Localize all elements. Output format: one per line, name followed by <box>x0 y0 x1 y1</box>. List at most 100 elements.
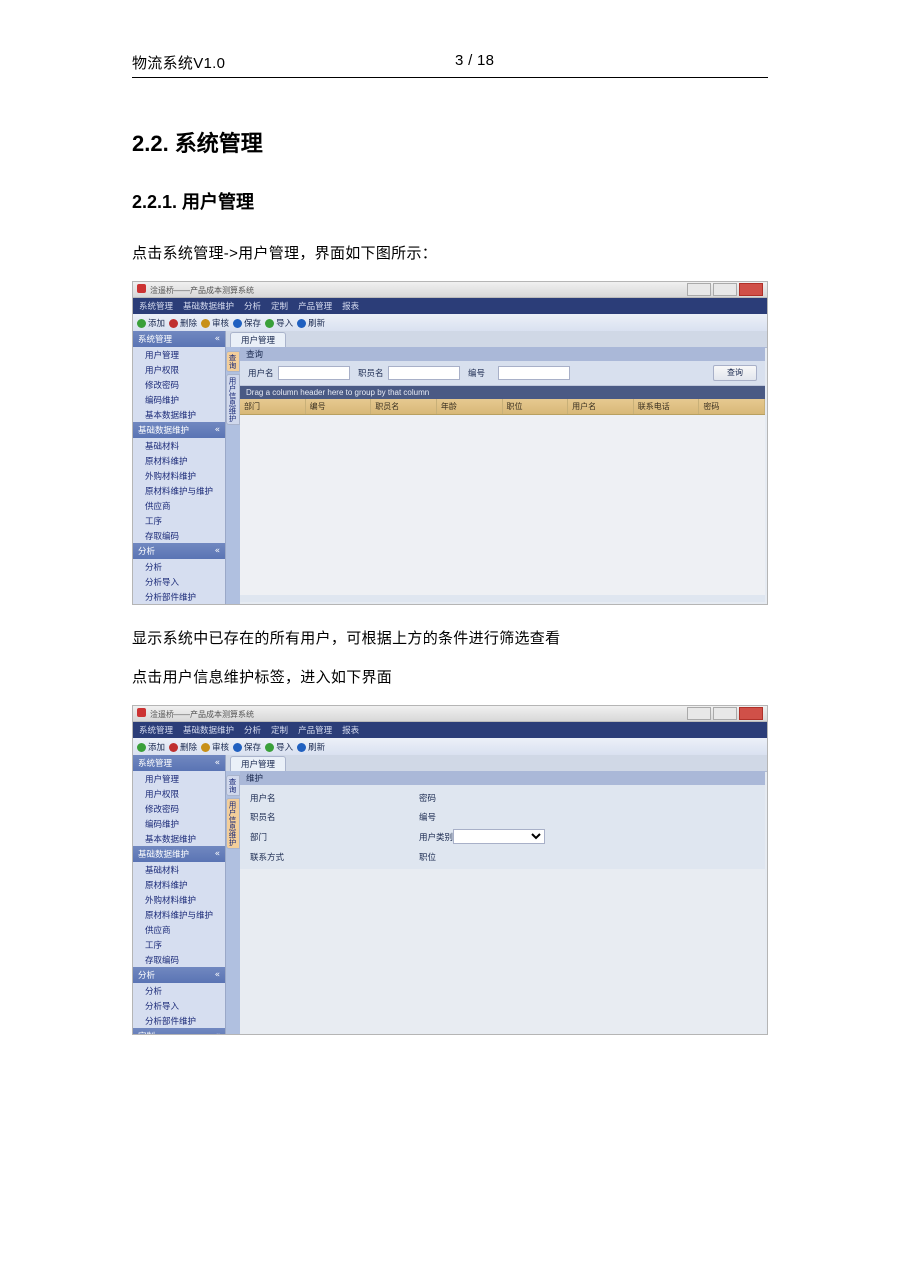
form-input[interactable] <box>453 850 543 863</box>
query-button[interactable]: 查询 <box>713 365 757 381</box>
menu-item[interactable]: 定制 <box>271 300 288 312</box>
sidebar-group-header[interactable]: 定制« <box>133 1028 225 1035</box>
maximize-button[interactable] <box>713 283 737 296</box>
sidebar-item[interactable]: 存取编码 <box>133 952 225 967</box>
audit-button[interactable]: 审核 <box>201 317 229 329</box>
username-input[interactable] <box>278 366 350 380</box>
form-input[interactable] <box>284 791 374 804</box>
menu-item[interactable]: 基础数据维护 <box>183 724 234 736</box>
form-input[interactable] <box>284 850 374 863</box>
screenshot-user-query: 淦遥桥——产品成本测算系统 系统管理 基础数据维护 分析 定制 产品管理 报表 … <box>132 281 768 605</box>
sidebar-group-header[interactable]: 定制« <box>133 604 225 605</box>
minimize-button[interactable] <box>687 707 711 720</box>
delete-button[interactable]: 删除 <box>169 317 197 329</box>
vtab-query[interactable]: 查询 <box>226 775 240 796</box>
close-button[interactable] <box>739 283 763 296</box>
sidebar-item[interactable]: 分析导入 <box>133 574 225 589</box>
sidebar-item[interactable]: 供应商 <box>133 498 225 513</box>
sidebar-group-header[interactable]: 分析« <box>133 543 225 559</box>
user-type-select[interactable] <box>453 829 545 844</box>
maximize-button[interactable] <box>713 707 737 720</box>
delete-button[interactable]: 删除 <box>169 741 197 753</box>
reload-button[interactable]: 刷新 <box>297 317 325 329</box>
sidebar-item[interactable]: 用户管理 <box>133 347 225 362</box>
menu-item[interactable]: 系统管理 <box>139 300 173 312</box>
sidebar-item[interactable]: 修改密码 <box>133 801 225 816</box>
save-button[interactable]: 保存 <box>233 741 261 753</box>
maintain-pane: 维护 用户名密码职员名编号部门用户类别联系方式职位 <box>240 771 765 1032</box>
sidebar-item[interactable]: 原材料维护 <box>133 877 225 892</box>
form-input[interactable] <box>453 791 543 804</box>
grid-column-header[interactable]: 职员名 <box>371 399 437 414</box>
menu-item[interactable]: 报表 <box>342 724 359 736</box>
vtab-maintain[interactable]: 用户信息维护 <box>226 798 240 849</box>
vtab-query[interactable]: 查询 <box>226 351 240 372</box>
grid-column-header[interactable]: 年龄 <box>437 399 503 414</box>
menu-item[interactable]: 分析 <box>244 300 261 312</box>
sidebar-item[interactable]: 存取编码 <box>133 528 225 543</box>
query-row: 用户名 职员名 编号 查询 <box>240 361 765 386</box>
menu-item[interactable]: 定制 <box>271 724 288 736</box>
tab-user-mgmt[interactable]: 用户管理 <box>230 756 286 771</box>
sidebar-item[interactable]: 原材料维护与维护 <box>133 907 225 922</box>
grid-column-header[interactable]: 部门 <box>240 399 306 414</box>
grid-column-header[interactable]: 联系电话 <box>634 399 700 414</box>
menu-item[interactable]: 产品管理 <box>298 300 332 312</box>
sidebar-item[interactable]: 分析 <box>133 559 225 574</box>
sidebar-item[interactable]: 基本数据维护 <box>133 831 225 846</box>
menu-item[interactable]: 分析 <box>244 724 261 736</box>
staffname-input[interactable] <box>388 366 460 380</box>
sidebar-item[interactable]: 用户管理 <box>133 771 225 786</box>
sidebar-item[interactable]: 分析部件维护 <box>133 1013 225 1028</box>
menu-item[interactable]: 产品管理 <box>298 724 332 736</box>
sidebar-item[interactable]: 用户权限 <box>133 362 225 377</box>
sidebar-item[interactable]: 分析导入 <box>133 998 225 1013</box>
form-input[interactable] <box>284 810 374 823</box>
sidebar-item[interactable]: 编码维护 <box>133 816 225 831</box>
add-button[interactable]: 添加 <box>137 741 165 753</box>
sidebar-group-header[interactable]: 基础数据维护« <box>133 422 225 438</box>
audit-button[interactable]: 审核 <box>201 741 229 753</box>
save-button[interactable]: 保存 <box>233 317 261 329</box>
sidebar-item[interactable]: 分析 <box>133 983 225 998</box>
sidebar-group-header[interactable]: 系统管理« <box>133 331 225 347</box>
import-button[interactable]: 导入 <box>265 741 293 753</box>
subsection-heading: 2.2.1. 用户管理 <box>132 188 768 214</box>
sidebar-item[interactable]: 编码维护 <box>133 392 225 407</box>
grid-body[interactable] <box>240 415 765 595</box>
sidebar-item[interactable]: 修改密码 <box>133 377 225 392</box>
sidebar-group-header[interactable]: 基础数据维护« <box>133 846 225 862</box>
minimize-button[interactable] <box>687 283 711 296</box>
grid-column-header[interactable]: 用户名 <box>568 399 634 414</box>
tab-user-mgmt[interactable]: 用户管理 <box>230 332 286 347</box>
sidebar-item[interactable]: 外购材料维护 <box>133 468 225 483</box>
menu-item[interactable]: 系统管理 <box>139 724 173 736</box>
reload-button[interactable]: 刷新 <box>297 741 325 753</box>
form-input[interactable] <box>453 810 543 823</box>
sidebar-group-header[interactable]: 系统管理« <box>133 755 225 771</box>
sidebar-group-header[interactable]: 分析« <box>133 967 225 983</box>
close-button[interactable] <box>739 707 763 720</box>
grid-column-header[interactable]: 编号 <box>306 399 372 414</box>
sidebar-item[interactable]: 原材料维护 <box>133 453 225 468</box>
sidebar-item[interactable]: 供应商 <box>133 922 225 937</box>
sidebar-item[interactable]: 用户权限 <box>133 786 225 801</box>
grid-column-header[interactable]: 职位 <box>503 399 569 414</box>
menu-item[interactable]: 报表 <box>342 300 359 312</box>
menu-item[interactable]: 基础数据维护 <box>183 300 234 312</box>
import-button[interactable]: 导入 <box>265 317 293 329</box>
sidebar-item[interactable]: 基本数据维护 <box>133 407 225 422</box>
sidebar-item[interactable]: 基础材料 <box>133 438 225 453</box>
form-input[interactable] <box>284 830 374 843</box>
sidebar-item[interactable]: 工序 <box>133 937 225 952</box>
query-label-username: 用户名 <box>248 367 274 379</box>
vtab-maintain[interactable]: 用户信息维护 <box>226 374 240 425</box>
number-input[interactable] <box>498 366 570 380</box>
sidebar-item[interactable]: 分析部件维护 <box>133 589 225 604</box>
sidebar-item[interactable]: 外购材料维护 <box>133 892 225 907</box>
sidebar-item[interactable]: 工序 <box>133 513 225 528</box>
add-button[interactable]: 添加 <box>137 317 165 329</box>
sidebar-item[interactable]: 原材料维护与维护 <box>133 483 225 498</box>
grid-column-header[interactable]: 密码 <box>699 399 765 414</box>
sidebar-item[interactable]: 基础材料 <box>133 862 225 877</box>
